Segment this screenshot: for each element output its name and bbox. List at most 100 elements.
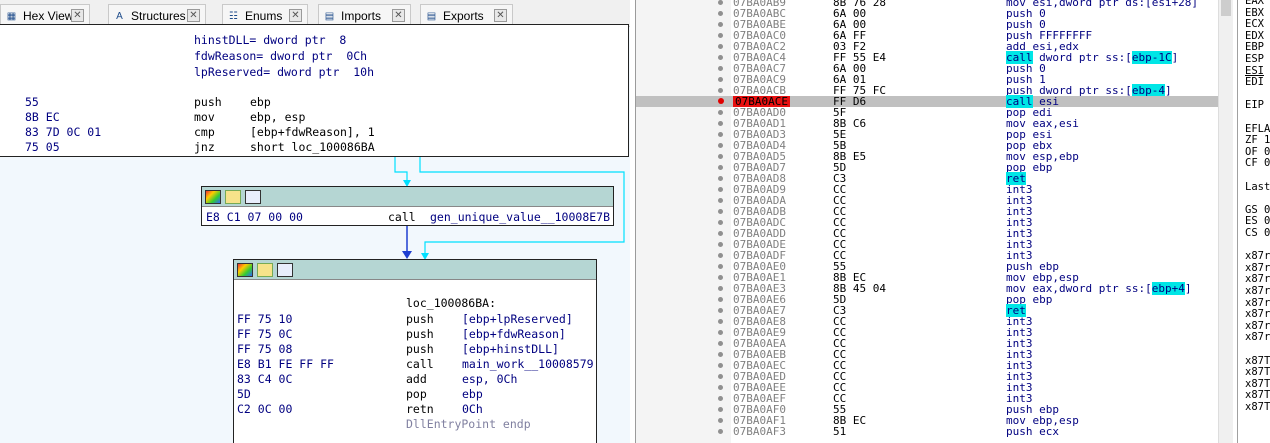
register-label[interactable]: ZF 1 bbox=[1245, 134, 1270, 146]
disasm-row[interactable]: 07BA0AE7 C3 ret bbox=[636, 304, 1218, 317]
disasm-row[interactable]: 07BA0AC4 FF 55 E4 call dword ptr ss:[ebp-1… bbox=[636, 51, 1218, 64]
breakpoint-slot-icon[interactable] bbox=[718, 297, 723, 302]
registers-panel[interactable]: EAX EBX ECX EDX EBP ESP ESI EDI EIP EFLA ZF 1 OF 0C… bbox=[1237, 0, 1270, 443]
register-label[interactable]: EDX bbox=[1245, 30, 1264, 42]
disasm-row[interactable]: 07BA0AD7 5D pop ebp bbox=[636, 162, 1218, 173]
register-label[interactable]: EIP bbox=[1245, 99, 1264, 111]
disasm-row[interactable]: 07BA0AD3 5E pop esi bbox=[636, 129, 1218, 140]
group-nodes-icon[interactable] bbox=[245, 189, 261, 204]
breakpoint-slot-icon[interactable] bbox=[718, 396, 723, 401]
breakpoint-slot-icon[interactable] bbox=[718, 33, 723, 38]
group-nodes-icon[interactable] bbox=[277, 262, 293, 277]
register-label[interactable]: OF 0 bbox=[1245, 146, 1270, 158]
breakpoint-slot-icon[interactable] bbox=[718, 11, 723, 16]
breakpoint-slot-icon[interactable] bbox=[718, 88, 723, 93]
register-label[interactable]: x87r bbox=[1245, 273, 1270, 285]
breakpoint-slot-icon[interactable] bbox=[718, 242, 723, 247]
instruction-operands[interactable]: [ebp+fdwReason] bbox=[462, 327, 566, 341]
register-label[interactable]: ESP bbox=[1245, 53, 1264, 65]
breakpoint-slot-icon[interactable] bbox=[718, 407, 723, 412]
code-block-entry[interactable]: hinstDLL= dword ptr 8 fdwReason= dword pt… bbox=[0, 24, 629, 157]
instruction-operands[interactable]: ebp bbox=[250, 95, 271, 109]
instruction-operands[interactable]: ebp bbox=[462, 387, 483, 401]
disasm-row[interactable]: 07BA0AC7 6A 00 push 0 bbox=[636, 63, 1218, 74]
instruction-operands[interactable]: [ebp+hinstDLL] bbox=[462, 342, 559, 356]
register-label[interactable]: EDI bbox=[1245, 76, 1264, 88]
breakpoint-slot-icon[interactable] bbox=[718, 187, 723, 192]
disasm-row[interactable]: 07BA0ADE CC int3 bbox=[636, 239, 1218, 250]
breakpoint-slot-icon[interactable] bbox=[718, 110, 723, 115]
breakpoint-slot-icon[interactable] bbox=[718, 132, 723, 137]
breakpoint-slot-icon[interactable] bbox=[718, 77, 723, 82]
breakpoint-slot-icon[interactable] bbox=[718, 264, 723, 269]
disasm-row[interactable]: 07BA0ACB FF 75 FC push dword ptr ss:[ebp-4… bbox=[636, 84, 1218, 97]
rename-block-icon[interactable] bbox=[257, 262, 273, 277]
current-instruction-row[interactable]: 07BA0ACE FF D6 call esi bbox=[636, 95, 1218, 108]
breakpoint-slot-icon[interactable] bbox=[718, 198, 723, 203]
disasm-row[interactable]: 07BA0ABE 6A 00 push 0 bbox=[636, 19, 1218, 30]
disasm-row[interactable]: 07BA0AD1 8B C6 mov eax,esi bbox=[636, 118, 1218, 129]
register-label[interactable]: x87T bbox=[1245, 401, 1270, 413]
register-label[interactable]: ECX bbox=[1245, 18, 1264, 30]
cpu-disassembly-panel[interactable]: 07BA0AB9 8B 76 28 mov esi,dword ptr ds:[es… bbox=[635, 0, 1233, 443]
breakpoint-slot-icon[interactable] bbox=[718, 385, 723, 390]
scrollbar-thumb[interactable] bbox=[1221, 0, 1231, 16]
call-target-link[interactable]: gen_unique_value__10008E7B bbox=[430, 210, 610, 224]
disasm-row[interactable]: 07BA0AD9 CC int3 bbox=[636, 184, 1218, 195]
breakpoint-slot-icon[interactable] bbox=[718, 165, 723, 170]
breakpoint-slot-icon[interactable] bbox=[718, 374, 723, 379]
breakpoint-slot-icon[interactable] bbox=[718, 0, 723, 5]
register-label[interactable]: x87T bbox=[1245, 355, 1270, 367]
register-label[interactable]: x87r bbox=[1245, 297, 1270, 309]
disasm-row[interactable]: 07BA0AEF CC int3 bbox=[636, 393, 1218, 404]
instruction-operands[interactable]: main_work__10008579 bbox=[462, 357, 594, 371]
register-label[interactable]: x87T bbox=[1245, 366, 1270, 378]
breakpoint-slot-icon[interactable] bbox=[718, 209, 723, 214]
disasm-row[interactable]: 07BA0AD8 C3 ret bbox=[636, 172, 1218, 185]
register-label[interactable]: EBX bbox=[1245, 7, 1264, 19]
disasm-row[interactable]: 07BA0AF3 51 push ecx bbox=[636, 426, 1218, 437]
color-palette-icon[interactable] bbox=[237, 262, 253, 277]
graph-view-panel[interactable]: ▦ Hex View-1 ✕ A Structures ✕ ☷ Enums ✕ ▤ Imports ✕… bbox=[0, 0, 630, 443]
breakpoint-slot-icon[interactable] bbox=[718, 352, 723, 357]
disasm-row[interactable]: 07BA0ABC 6A 00 push 0 bbox=[636, 8, 1218, 19]
instruction-operands[interactable]: ebp, esp bbox=[250, 110, 305, 124]
register-label[interactable]: EBP bbox=[1245, 41, 1264, 53]
disasm-row[interactable]: 07BA0AEE CC int3 bbox=[636, 382, 1218, 393]
register-label[interactable]: GS 0 bbox=[1245, 204, 1270, 216]
breakpoint-slot-icon[interactable] bbox=[718, 429, 723, 434]
instruction-operands[interactable]: 0Ch bbox=[462, 402, 483, 416]
disasm-row[interactable]: 07BA0AEB CC int3 bbox=[636, 349, 1218, 360]
register-label[interactable]: x87r bbox=[1245, 331, 1270, 343]
breakpoint-slot-icon[interactable] bbox=[718, 143, 723, 148]
disassembly-scrollbar[interactable] bbox=[1218, 0, 1233, 443]
breakpoint-slot-icon[interactable] bbox=[718, 66, 723, 71]
register-label[interactable]: ESI bbox=[1245, 65, 1264, 77]
breakpoint-slot-icon[interactable] bbox=[718, 253, 723, 258]
register-label[interactable]: Last bbox=[1245, 181, 1270, 193]
register-label[interactable]: x87T bbox=[1245, 378, 1270, 390]
breakpoint-slot-icon[interactable] bbox=[718, 55, 723, 60]
register-label[interactable]: EFLA bbox=[1245, 123, 1270, 135]
register-label[interactable]: CS 0 bbox=[1245, 227, 1270, 239]
breakpoint-slot-icon[interactable] bbox=[718, 220, 723, 225]
disasm-row[interactable]: 07BA0AEC CC int3 bbox=[636, 360, 1218, 371]
disasm-row[interactable]: 07BA0AE3 8B 45 04 mov eax,dword ptr ss:[eb… bbox=[636, 282, 1218, 295]
disasm-row[interactable]: 07BA0AED CC int3 bbox=[636, 371, 1218, 382]
breakpoint-slot-icon[interactable] bbox=[718, 231, 723, 236]
disasm-row[interactable]: 07BA0AF0 55 push ebp bbox=[636, 404, 1218, 415]
breakpoint-icon[interactable] bbox=[718, 98, 724, 104]
register-label[interactable]: x87r bbox=[1245, 320, 1270, 332]
breakpoint-slot-icon[interactable] bbox=[718, 275, 723, 280]
instruction-operands[interactable]: [ebp+lpReserved] bbox=[462, 312, 573, 326]
disasm-row[interactable]: 07BA0AC0 6A FF push FFFFFFFF bbox=[636, 30, 1218, 41]
register-label[interactable]: x87r bbox=[1245, 262, 1270, 274]
register-label[interactable]: x87r bbox=[1245, 285, 1270, 297]
rename-block-icon[interactable] bbox=[225, 189, 241, 204]
instruction-text[interactable]: push ecx bbox=[1006, 426, 1059, 437]
breakpoint-slot-icon[interactable] bbox=[718, 121, 723, 126]
instruction-operands[interactable]: [ebp+fdwReason], 1 bbox=[250, 125, 375, 139]
disasm-row[interactable]: 07BA0AF1 8B EC mov ebp,esp bbox=[636, 415, 1218, 426]
disasm-row[interactable]: 07BA0ADF CC int3 bbox=[636, 250, 1218, 261]
breakpoint-slot-icon[interactable] bbox=[718, 154, 723, 159]
